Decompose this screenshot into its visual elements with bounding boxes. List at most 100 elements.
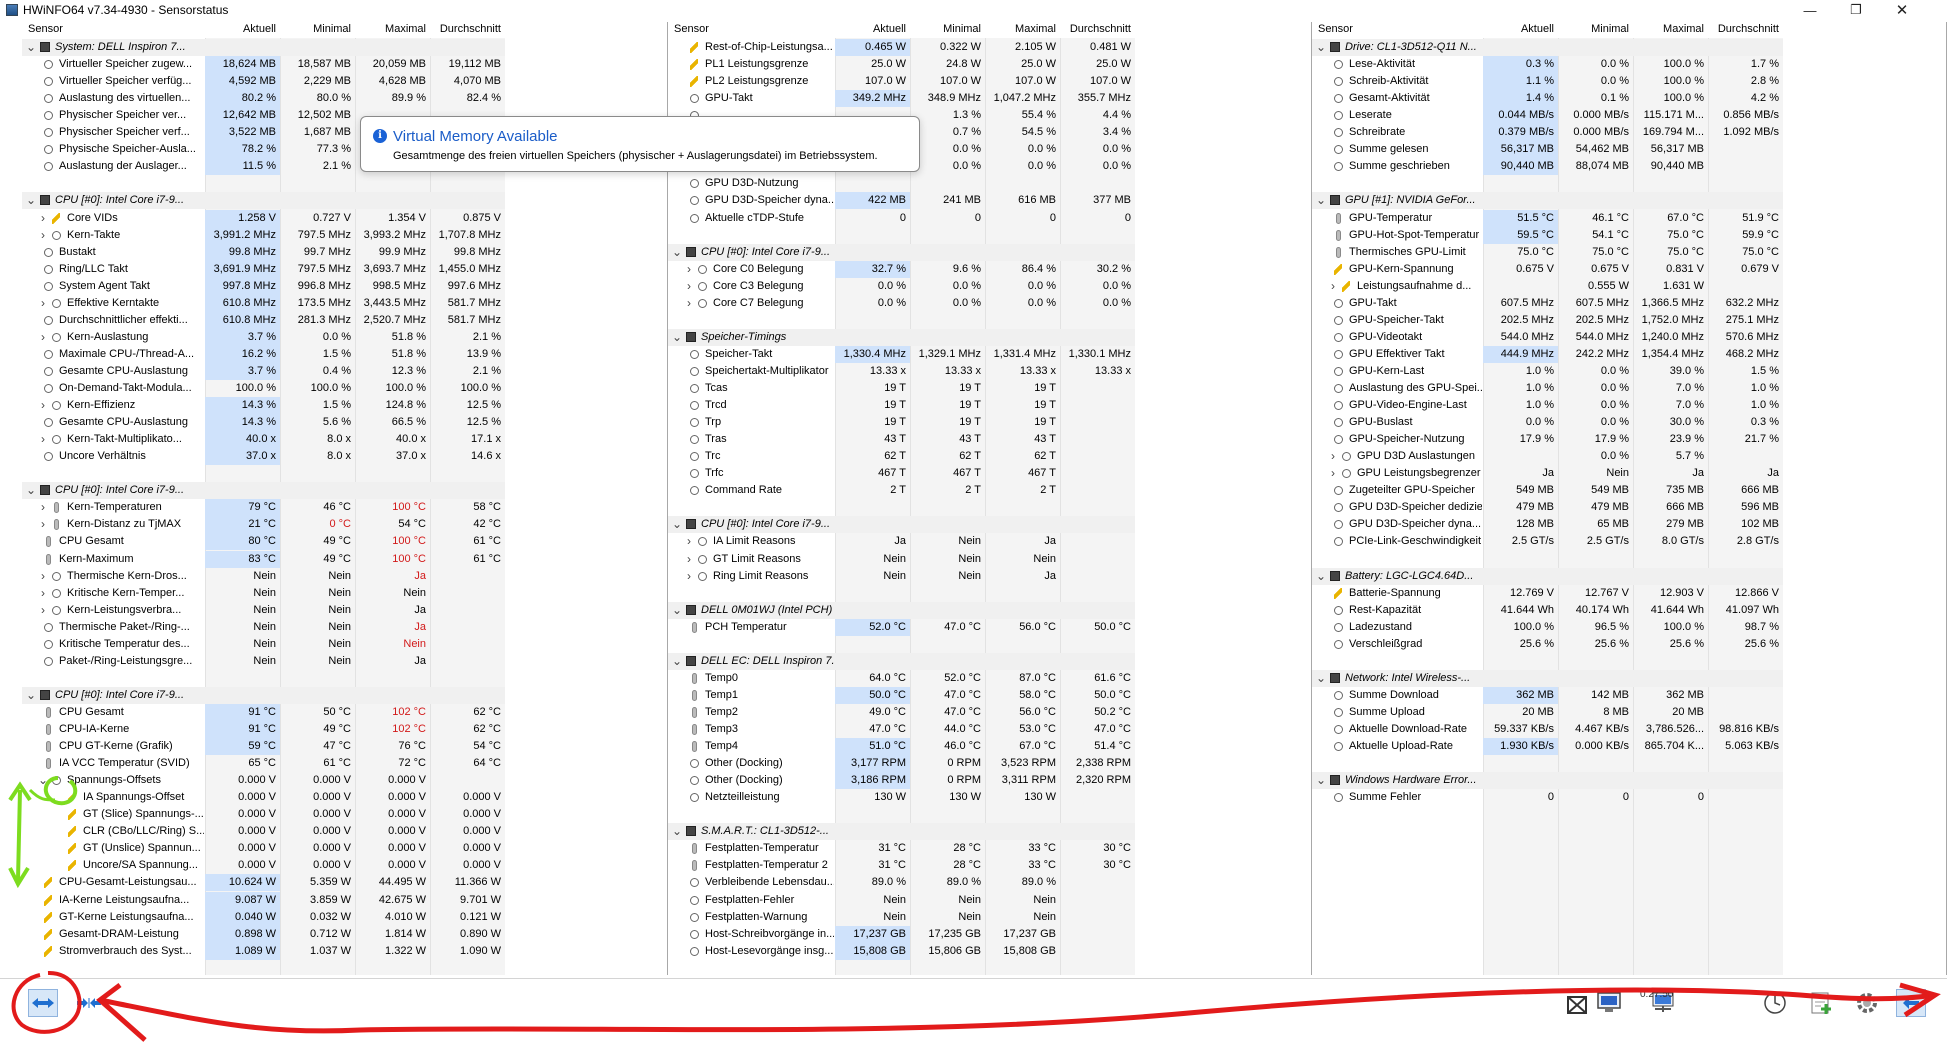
column-header-current[interactable]: Aktuell — [835, 22, 906, 38]
collapse-chevron-icon[interactable]: ⌄ — [26, 192, 36, 209]
screenshot-button[interactable] — [1562, 991, 1592, 1019]
sensor-row[interactable]: › Core VIDs 1.258 V 0.727 V 1.354 V 0.875 V — [22, 209, 667, 227]
sensor-row[interactable]: › Kern-Takte 3,991.2 MHz 797.5 MHz 3,993.2 M… — [22, 226, 667, 244]
sensor-row[interactable]: GPU-Kern-Last 1.0 % 0.0 % 39.0 % 1.5 % — [1312, 363, 1946, 380]
collapse-chevron-icon[interactable]: ⌄ — [672, 602, 682, 619]
expand-chevron-icon[interactable]: › — [38, 227, 48, 244]
column-header-current[interactable]: Aktuell — [205, 22, 276, 38]
expand-chevron-icon[interactable]: › — [684, 551, 694, 568]
sensor-row[interactable]: Aktuelle cTDP-Stufe 0 0 0 0 — [668, 210, 1311, 227]
sensor-row[interactable]: Auslastung des GPU-Spei... 1.0 % 0.0 % 7.0 … — [1312, 380, 1946, 397]
expand-chevron-icon[interactable]: › — [38, 210, 48, 227]
sensor-row[interactable]: › GT Limit Reasons Nein Nein Nein — [668, 551, 1311, 568]
sensor-row[interactable]: › Ring Limit Reasons Nein Nein Ja — [668, 568, 1311, 585]
sensor-row[interactable]: Festplatten-Fehler Nein Nein Nein — [668, 892, 1311, 909]
sensor-group-header[interactable]: ⌄ GPU [#1]: NVIDIA GeFor... — [1312, 192, 1783, 210]
expand-chevron-icon[interactable]: › — [1328, 278, 1338, 295]
reset-button[interactable] — [1896, 989, 1926, 1017]
sensor-row[interactable]: › Kern-Leistungsverbra... Nein Nein Ja — [22, 602, 667, 619]
sensor-row[interactable]: › Kern-Temperaturen 79 °C 46 °C 100 °C 58 °C — [22, 499, 667, 517]
sensor-row[interactable]: Maximale CPU-/Thread-A... 16.2 % 1.5 % 51.8… — [22, 345, 667, 363]
sensor-row[interactable]: Gesamte CPU-Auslastung 3.7 % 0.4 % 12.3 % 2.… — [22, 362, 667, 380]
sensor-row[interactable]: Gesamt-DRAM-Leistung 0.898 W 0.712 W 1.814 … — [22, 925, 667, 943]
collapse-chevron-icon[interactable]: ⌄ — [1316, 772, 1326, 789]
sensor-row[interactable]: Aktuelle Upload-Rate 1.930 KB/s 0.000 KB/s… — [1312, 738, 1946, 756]
sensor-row[interactable]: System Agent Takt 997.8 MHz 996.8 MHz 998.5… — [22, 277, 667, 295]
expand-chevron-icon[interactable]: › — [684, 568, 694, 585]
collapse-chevron-icon[interactable]: ⌄ — [672, 823, 682, 840]
expand-chevron-icon[interactable]: › — [38, 329, 48, 346]
sensor-group-header[interactable]: ⌄ Network: Intel Wireless-... — [1312, 669, 1783, 687]
sensor-row[interactable]: › Kern-Auslastung 3.7 % 0.0 % 51.8 % 2.1 % — [22, 328, 667, 346]
expand-chevron-icon[interactable]: › — [684, 261, 694, 278]
sensor-row[interactable]: Ring/LLC Takt 3,691.9 MHz 797.5 MHz 3,693.7… — [22, 260, 667, 278]
sensor-row[interactable]: Verbleibende Lebensdau... 89.0 % 89.0 % 89.… — [668, 874, 1311, 891]
sensor-row[interactable]: Tcas 19 T 19 T 19 T — [668, 380, 1311, 397]
column-header-max[interactable]: Maximal — [1633, 22, 1704, 38]
sensor-row[interactable]: Virtueller Speicher zugew... 18,624 MB 18,… — [22, 56, 667, 74]
collapse-chevron-icon[interactable]: ⌄ — [672, 244, 682, 261]
sensor-row[interactable]: Host-Schreibvorgänge in... 17,237 GB 17,23… — [668, 925, 1311, 943]
column-header-sensor[interactable]: Sensor — [674, 22, 709, 38]
sensor-row[interactable]: IA Spannungs-Offset 0.000 V 0.000 V 0.000 V… — [22, 789, 667, 806]
sensor-row[interactable]: GT (Slice) Spannungs-... 0.000 V 0.000 V 0.… — [22, 806, 667, 823]
sensor-row[interactable]: › Kern-Takt-Multiplikato... 40.0 x 8.0 x 40.… — [22, 431, 667, 449]
sensor-group-header[interactable]: ⌄ DELL 0M01WJ (Intel PCH) — [668, 601, 1135, 619]
column-header-avg[interactable]: Durchschnitt — [1708, 22, 1779, 38]
sensor-row[interactable]: GPU-Video-Engine-Last 1.0 % 0.0 % 7.0 % 1.0 … — [1312, 397, 1946, 414]
sensor-row[interactable]: Summe Download 362 MB 142 MB 362 MB — [1312, 686, 1946, 704]
sensor-group-header[interactable]: ⌄ CPU [#0]: Intel Core i7-9... — [22, 192, 505, 210]
sensor-row[interactable]: On-Demand-Takt-Modula... 100.0 % 100.0 % 10… — [22, 380, 667, 397]
sensor-row[interactable]: Gesamt-Aktivität 1.4 % 0.1 % 100.0 % 4.2 % — [1312, 90, 1946, 108]
sensor-row[interactable]: Auslastung des virtuellen... 80.2 % 80.0 %… — [22, 90, 667, 108]
sensor-row[interactable]: › Kritische Kern-Temper... Nein Nein Nein — [22, 585, 667, 602]
sensor-row[interactable]: Kritische Temperatur des... Nein Nein Nein — [22, 636, 667, 653]
sensor-row[interactable]: › GPU Leistungsbegrenzer Ja Nein Ja Ja — [1312, 465, 1946, 482]
sensor-row[interactable]: Leserate 0.044 MB/s 0.000 MB/s 115.171 M...… — [1312, 107, 1946, 125]
sensor-row[interactable]: Virtueller Speicher verfüg... 4,592 MB 2,2… — [22, 73, 667, 91]
sensor-row[interactable]: Ladezustand 100.0 % 96.5 % 100.0 % 98.7 % — [1312, 619, 1946, 636]
collapse-chevron-icon[interactable]: ⌄ — [26, 687, 36, 704]
sensor-row[interactable]: Trc 62 T 62 T 62 T — [668, 448, 1311, 465]
sensor-row[interactable]: Festplatten-Warnung Nein Nein Nein — [668, 909, 1311, 926]
sensor-row[interactable]: › Thermische Kern-Dros... Nein Nein Ja — [22, 568, 667, 585]
sensor-row[interactable]: GT-Kerne Leistungsaufna... 0.040 W 0.032 W… — [22, 908, 667, 926]
sensor-row[interactable]: GPU D3D-Speicher dediziert 479 MB 479 MB 66… — [1312, 499, 1946, 516]
settings-button[interactable] — [1852, 989, 1882, 1017]
expand-chevron-icon[interactable]: › — [1328, 448, 1338, 465]
sensor-row[interactable]: GPU D3D-Speicher dyna... 422 MB 241 MB 616 … — [668, 192, 1311, 210]
expand-chevron-icon[interactable]: › — [38, 568, 48, 585]
sensor-row[interactable]: › IA Limit Reasons Ja Nein Ja — [668, 533, 1311, 550]
sensor-row[interactable]: GPU-Speicher-Takt 202.5 MHz 202.5 MHz 1,752… — [1312, 312, 1946, 329]
sensor-row[interactable]: Temp4 51.0 °C 46.0 °C 67.0 °C 51.4 °C — [668, 738, 1311, 756]
sensor-row[interactable]: Kern-Maximum 83 °C 49 °C 100 °C 61 °C — [22, 550, 667, 568]
sensor-row[interactable]: Uncore/SA Spannung... 0.000 V 0.000 V 0.000… — [22, 857, 667, 874]
sensor-row[interactable]: Trp 19 T 19 T 19 T — [668, 414, 1311, 431]
clock-button[interactable] — [1760, 989, 1790, 1017]
sensor-row[interactable]: Netzteilleistung 130 W 130 W 130 W — [668, 789, 1311, 806]
collapse-all-button[interactable] — [74, 989, 104, 1017]
collapse-chevron-icon[interactable]: ⌄ — [672, 653, 682, 670]
sensor-row[interactable]: › GPU D3D Auslastungen 0.0 % 5.7 % — [1312, 448, 1946, 465]
sensor-row[interactable]: Temp1 50.0 °C 47.0 °C 58.0 °C 50.0 °C — [668, 686, 1311, 704]
column-header-current[interactable]: Aktuell — [1483, 22, 1554, 38]
sensor-row[interactable]: Festplatten-Temperatur 31 °C 28 °C 33 °C 30 … — [668, 840, 1311, 857]
sensor-group-header[interactable]: ⌄ DELL EC: DELL Inspiron 7... — [668, 652, 1135, 670]
sensor-row[interactable]: Schreib-Aktivität 1.1 % 0.0 % 100.0 % 2.8 % — [1312, 73, 1946, 91]
sensor-row[interactable]: CLR (CBo/LLC/Ring) S... 0.000 V 0.000 V 0.0… — [22, 823, 667, 840]
sensor-row[interactable]: PCH Temperatur 52.0 °C 47.0 °C 56.0 °C 50.0 … — [668, 618, 1311, 636]
sensor-row[interactable]: GPU-Temperatur 51.5 °C 46.1 °C 67.0 °C 51.9 … — [1312, 209, 1946, 227]
sensor-row[interactable]: Uncore Verhältnis 37.0 x 8.0 x 37.0 x 14.6 x — [22, 448, 667, 466]
close-icon[interactable]: ✕ — [1879, 0, 1925, 20]
sensor-row[interactable]: › Core C7 Belegung 0.0 % 0.0 % 0.0 % 0.0 % — [668, 295, 1311, 312]
sensor-row[interactable]: GPU-Hot-Spot-Temperatur 59.5 °C 54.1 °C 75.… — [1312, 226, 1946, 244]
expand-chevron-icon[interactable]: › — [38, 585, 48, 602]
sensor-row[interactable]: › Kern-Effizienz 14.3 % 1.5 % 124.8 % 12.5 % — [22, 397, 667, 415]
sensor-row[interactable]: CPU Gesamt 80 °C 49 °C 100 °C 61 °C — [22, 533, 667, 551]
sensor-row[interactable]: › Core C0 Belegung 32.7 % 9.6 % 86.4 % 30.2 % — [668, 260, 1311, 278]
sensor-row[interactable]: GPU D3D-Nutzung — [668, 175, 1311, 192]
column-header-sensor[interactable]: Sensor — [28, 22, 63, 38]
sensor-row[interactable]: Zugeteilter GPU-Speicher 549 MB 549 MB 735 … — [1312, 482, 1946, 499]
sensor-row[interactable]: Schreibrate 0.379 MB/s 0.000 MB/s 169.794 M… — [1312, 124, 1946, 142]
sensor-row[interactable]: Summe geschrieben 90,440 MB 88,074 MB 90,44… — [1312, 158, 1946, 176]
